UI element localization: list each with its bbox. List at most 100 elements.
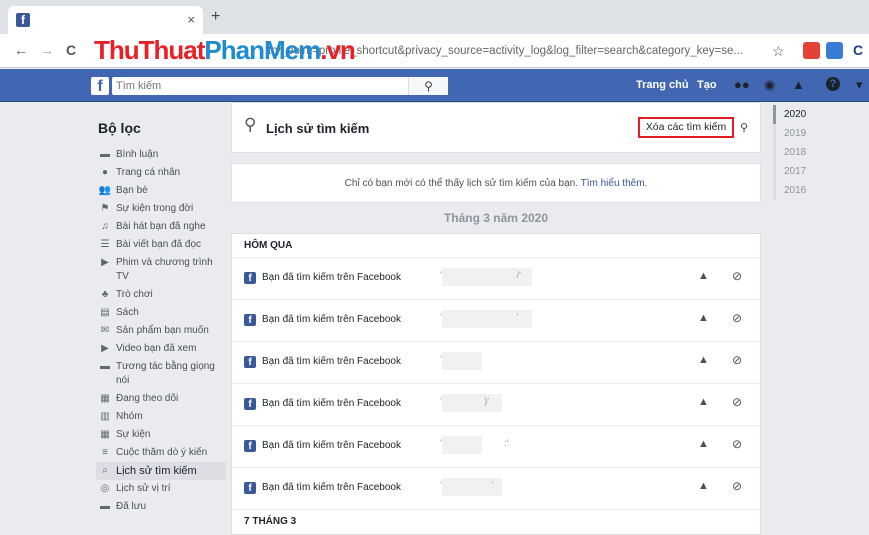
adblock-extension-icon[interactable] [803,42,820,59]
menu-chevron-down-icon[interactable]: ▾ [856,77,863,93]
back-arrow-icon[interactable]: ← [14,42,28,58]
filter-item-label: Bạn bè [116,185,148,196]
history-row[interactable]: f Bạn đã tìm kiếm trên Facebook ' ▲ ⊘ [232,342,760,384]
filter-item[interactable]: ▬ Bình luận [96,146,226,164]
header-search-icon[interactable]: ⚲ [740,121,748,134]
history-row[interactable]: f Bạn đã tìm kiếm trên Facebook ' )' ▲ ⊘ [232,384,760,426]
search-query: ' [440,354,442,364]
year-link[interactable]: 2017 [773,162,806,181]
search-button[interactable]: ⚲ [408,77,448,95]
clear-searches-button[interactable]: Xóa các tìm kiếm [638,117,734,138]
filter-item-label: Lịch sử tìm kiếm [116,465,197,477]
search-input[interactable] [116,79,416,93]
address-bar: ← → C try_point=profile_shortcut&privacy… [0,34,869,68]
hide-icon[interactable]: ⊘ [732,437,742,451]
blurred-query [442,352,482,370]
filter-item[interactable]: ● Trang cá nhân [96,164,226,182]
filter-item-label: Nhóm [116,411,143,422]
filter-item[interactable]: ⌕ Lịch sử tìm kiếm [96,462,226,480]
year-link[interactable]: 2019 [773,124,806,143]
watermark-logo: ThuThuatPhanMem.vn [94,35,356,66]
history-row[interactable]: f Bạn đã tìm kiếm trên Facebook ' /' ▲ ⊘ [232,258,760,300]
page-title: Lịch sử tìm kiếm [266,121,370,136]
filter-item[interactable]: ▶ Phim và chương trình TV [96,254,226,286]
friends-icon[interactable]: ●● [734,77,750,92]
filter-item[interactable]: ▶ Video bạn đã xem [96,340,226,358]
filter-item-icon: ✉ [100,325,110,336]
history-row[interactable]: f Bạn đã tìm kiếm trên Facebook ' :' ▲ ⊘ [232,426,760,468]
browser-tab[interactable]: f × [8,6,203,34]
year-link[interactable]: 2020 [773,105,806,124]
group-heading-yesterday: HÔM QUA [232,234,760,258]
facebook-icon: f [244,440,256,452]
lock-icon[interactable]: ▲ [698,396,709,408]
filter-item[interactable]: ▬ Đã lưu [96,498,226,516]
watermark-part-3: .vn [320,35,356,65]
filter-item[interactable]: ◎ Lịch sử vị trí [96,480,226,498]
search-icon: ⚲ [424,79,433,93]
notifications-bell-icon[interactable]: ▲ [792,77,805,92]
new-tab-icon[interactable]: + [211,8,220,26]
filter-item[interactable]: ▦ Đang theo dõi [96,390,226,408]
filter-item[interactable]: ▤ Sách [96,304,226,322]
hide-icon[interactable]: ⊘ [732,269,742,283]
filter-item[interactable]: ☰ Bài viết bạn đã đọc [96,236,226,254]
browser-tab-bar: f × + [0,0,869,34]
reload-icon[interactable]: C [66,42,76,58]
history-list: HÔM QUA f Bạn đã tìm kiếm trên Facebook ' … [231,233,761,535]
year-link[interactable]: 2016 [773,181,806,200]
nav-home-link[interactable]: Trang chủ [636,79,689,91]
filter-item-icon: ● [101,167,109,178]
bookmark-star-icon[interactable]: ☆ [772,43,785,60]
filter-item-icon: ⚑ [100,203,110,214]
lock-icon[interactable]: ▲ [698,480,709,492]
search-query: ' :' [440,438,509,448]
search-query: ' )' [440,396,489,406]
filter-item-label: Lịch sử vị trí [116,483,171,494]
filter-item[interactable]: ▬ Tương tác bằng giọng nói [96,358,226,390]
hide-icon[interactable]: ⊘ [732,353,742,367]
facebook-icon: f [244,356,256,368]
messenger-icon[interactable]: ◉ [764,77,775,93]
filter-item-icon: ▤ [100,307,110,318]
filter-item[interactable]: ▥ Nhóm [96,408,226,426]
filter-item-icon: ▦ [100,429,110,440]
filter-item-icon: ⌕ [102,465,108,476]
year-link[interactable]: 2018 [773,143,806,162]
filter-item-icon: ▬ [100,361,110,372]
filter-item[interactable]: ♫ Bài hát bạn đã nghe [96,218,226,236]
help-icon[interactable]: ? [826,77,840,91]
facebook-logo-icon[interactable]: f [91,77,109,95]
row-text: Bạn đã tìm kiếm trên Facebook [262,356,401,367]
hide-icon[interactable]: ⊘ [732,311,742,325]
filter-item-icon: ≡ [102,447,108,458]
filter-item[interactable]: ≡ Cuộc thăm dò ý kiến [96,444,226,462]
filter-item-icon: ▶ [101,343,109,354]
filter-item-icon: ▬ [100,501,110,512]
history-row[interactable]: f Bạn đã tìm kiếm trên Facebook ' ' ▲ ⊘ [232,468,760,510]
filter-item[interactable]: ✉ Sản phẩm bạn muốn [96,322,226,340]
new-extension-icon[interactable] [826,42,843,59]
filter-item[interactable]: ♣ Trò chơi [96,286,226,304]
close-tab-icon[interactable]: × [187,12,195,27]
forward-arrow-icon[interactable]: → [40,42,54,58]
learn-more-link[interactable]: Tìm hiểu thêm. [581,178,648,189]
filter-item[interactable]: ⚑ Sự kiện trong đời [96,200,226,218]
filter-item-label: Sách [116,307,139,318]
row-text: Bạn đã tìm kiếm trên Facebook [262,314,401,325]
year-timeline: 2020 2019 2018 2017 2016 [773,105,806,200]
filter-item-icon: ▶ [101,257,109,268]
nav-create-link[interactable]: Tạo [697,79,717,91]
extension-c-icon[interactable]: C [853,42,863,58]
filter-item[interactable]: 👥 Bạn bè [96,182,226,200]
lock-icon[interactable]: ▲ [698,312,709,324]
lock-icon[interactable]: ▲ [698,438,709,450]
filter-item[interactable]: ▦ Sự kiện [96,426,226,444]
lock-icon[interactable]: ▲ [698,354,709,366]
filter-item-label: Bài viết bạn đã đọc [116,239,202,250]
history-row[interactable]: f Bạn đã tìm kiếm trên Facebook ' ' ▲ ⊘ [232,300,760,342]
hide-icon[interactable]: ⊘ [732,479,742,493]
lock-icon[interactable]: ▲ [698,270,709,282]
hide-icon[interactable]: ⊘ [732,395,742,409]
group-heading-march-7: 7 THÁNG 3 [244,516,297,527]
